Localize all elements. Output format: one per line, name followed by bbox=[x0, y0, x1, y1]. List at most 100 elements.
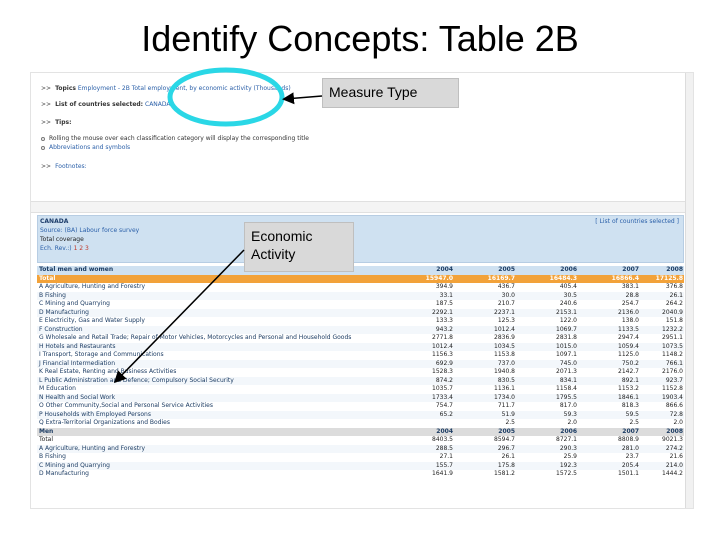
table-row: D Manufacturing 2292.1 2237.1 2153.1 2136.0 2… bbox=[37, 308, 684, 318]
row-label[interactable]: D Manufacturing bbox=[39, 470, 89, 479]
row-label[interactable]: D Manufacturing bbox=[39, 309, 89, 318]
cell-value: 1152.8 bbox=[662, 385, 683, 392]
cell-value: 133.3 bbox=[435, 317, 453, 324]
bullet-icon bbox=[41, 145, 45, 150]
tip-rollover-text: Rolling the mouse over each classificati… bbox=[49, 135, 309, 142]
cell-value: 30.0 bbox=[501, 291, 515, 299]
vertical-scrollbar[interactable] bbox=[685, 73, 693, 508]
row-label[interactable]: N Health and Social Work bbox=[39, 394, 115, 403]
cell-value: 25.9 bbox=[563, 453, 577, 460]
cell-value: 394.9 bbox=[435, 283, 453, 290]
table-row: E Electricity, Gas and Water Supply 133.3… bbox=[37, 317, 684, 326]
row-label[interactable]: G Wholesale and Retail Trade; Repair of … bbox=[39, 334, 351, 343]
cell-value: 214.0 bbox=[665, 461, 683, 469]
cell-value: 1903.4 bbox=[662, 393, 683, 401]
cell-value: 1795.5 bbox=[556, 393, 577, 401]
table-row: J Financial Intermediation 692.9 737.0 745.… bbox=[37, 359, 684, 369]
slide-title: Identify Concepts: Table 2B bbox=[141, 18, 579, 59]
row-label[interactable]: Total men and women bbox=[39, 266, 113, 275]
list-countries-link[interactable]: [ List of countries selected ] bbox=[595, 218, 679, 225]
table-row: N Health and Social Work 1733.4 1734.0 1795… bbox=[37, 393, 684, 403]
cell-value: 692.9 bbox=[435, 359, 453, 367]
row-label[interactable]: Q Extra-Territorial Organizations and Bo… bbox=[39, 419, 170, 428]
economic-activity-callout: Economic Activity bbox=[244, 222, 354, 272]
topics-label: Topics bbox=[55, 85, 76, 92]
table-row: O Other Community,Social and Personal Se… bbox=[37, 402, 684, 411]
tip-abbreviations: Abbreviations and symbols bbox=[41, 144, 130, 151]
footnotes-link[interactable]: Footnotes: bbox=[55, 163, 87, 170]
bullet-icon bbox=[41, 136, 45, 141]
row-label[interactable]: B Fishing bbox=[39, 453, 66, 462]
cell-value: 1012.4 bbox=[432, 342, 453, 350]
topics-arrow: >> bbox=[41, 85, 52, 92]
cell-value: 866.6 bbox=[665, 402, 683, 409]
row-label[interactable]: Men bbox=[39, 428, 53, 437]
cell-value: 2951.1 bbox=[662, 334, 683, 341]
row-label[interactable]: A Agriculture, Hunting and Forestry bbox=[39, 445, 145, 454]
cell-value: 65.2 bbox=[439, 410, 453, 418]
cell-value: 155.7 bbox=[435, 461, 453, 469]
row-label[interactable]: H Hotels and Restaurants bbox=[39, 343, 116, 352]
cell-value: 376.8 bbox=[665, 283, 683, 290]
row-label[interactable]: J Financial Intermediation bbox=[39, 360, 115, 369]
row-label[interactable]: B Fishing bbox=[39, 292, 66, 301]
cell-value: 17125.8 bbox=[655, 274, 683, 282]
table-row: Q Extra-Territorial Organizations and Bo… bbox=[37, 419, 684, 428]
cell-value: 1641.9 bbox=[432, 470, 453, 477]
cell-value: 59.3 bbox=[563, 410, 577, 418]
row-label[interactable]: C Mining and Quarrying bbox=[39, 462, 110, 471]
cell-value: 33.1 bbox=[439, 291, 453, 299]
cell-value: 830.5 bbox=[497, 376, 515, 384]
cell-value: 2005 bbox=[498, 266, 515, 273]
cell-value: 754.7 bbox=[435, 402, 453, 409]
row-label[interactable]: K Real Estate, Renting and Business Acti… bbox=[39, 368, 176, 377]
cell-value: 405.4 bbox=[559, 283, 577, 290]
version-label[interactable]: Ech. Rev.:) bbox=[40, 245, 72, 252]
row-label[interactable]: Total bbox=[39, 275, 55, 284]
version-numbers[interactable]: 1 2 3 bbox=[74, 245, 89, 252]
table-row: A Agriculture, Hunting and Forestry 394.9… bbox=[37, 283, 684, 292]
cell-value: 436.7 bbox=[497, 283, 515, 290]
cell-value: 1444.2 bbox=[662, 470, 683, 477]
cell-value: 2006 bbox=[560, 427, 577, 435]
source-link[interactable]: Source: (BA) Labour force survey bbox=[40, 227, 139, 234]
cell-value: 1581.2 bbox=[494, 470, 515, 477]
footnotes-arrow: >> bbox=[41, 163, 52, 170]
row-label[interactable]: A Agriculture, Hunting and Forestry bbox=[39, 283, 145, 292]
tips-arrow: >> bbox=[41, 119, 52, 126]
abbreviations-link[interactable]: Abbreviations and symbols bbox=[49, 144, 130, 151]
cell-value: 943.2 bbox=[435, 325, 453, 333]
row-label[interactable]: O Other Community,Social and Personal Se… bbox=[39, 402, 213, 411]
cell-value: 1156.3 bbox=[432, 351, 453, 358]
cell-value: 1097.1 bbox=[556, 351, 577, 358]
men-header-row: Men 2004 2005 2006 2007 2008 bbox=[37, 427, 684, 437]
row-label[interactable]: L Public Administration and Defence; Com… bbox=[39, 377, 234, 386]
screenshot-panel: >> Topics Employment - 2B Total employmen… bbox=[30, 72, 694, 509]
cell-value: 192.3 bbox=[559, 461, 577, 469]
cell-value: 8727.1 bbox=[556, 436, 577, 443]
cell-value: 745.0 bbox=[559, 359, 577, 367]
cell-value: 834.1 bbox=[559, 376, 577, 384]
table-row: I Transport, Storage and Communications 1… bbox=[37, 351, 684, 360]
topics-row: >> Topics Employment - 2B Total employmen… bbox=[41, 85, 291, 92]
row-label[interactable]: C Mining and Quarrying bbox=[39, 300, 110, 309]
table-row: B Fishing 33.1 30.0 30.5 28.8 26.1 bbox=[37, 291, 684, 301]
row-label[interactable]: Total bbox=[39, 436, 53, 445]
cell-value: 1012.4 bbox=[494, 325, 515, 333]
cell-value: 21.6 bbox=[669, 453, 683, 460]
cell-value: 2.0 bbox=[673, 419, 683, 426]
row-label[interactable]: I Transport, Storage and Communications bbox=[39, 351, 164, 360]
row-label[interactable]: F Construction bbox=[39, 326, 83, 335]
cell-value: 1148.2 bbox=[662, 351, 683, 358]
row-label[interactable]: M Education bbox=[39, 385, 76, 394]
table-row: G Wholesale and Retail Trade; Repair of … bbox=[37, 334, 684, 343]
row-label[interactable]: E Electricity, Gas and Water Supply bbox=[39, 317, 145, 326]
countries-value-link[interactable]: CANADA bbox=[145, 101, 171, 108]
cell-value: 711.7 bbox=[497, 402, 515, 409]
topics-value-link[interactable]: Employment - 2B Total employment, by eco… bbox=[78, 85, 291, 92]
cell-value: 2008 bbox=[666, 427, 683, 435]
cell-value: 1015.0 bbox=[556, 342, 577, 350]
tips-row: >> Tips: bbox=[41, 119, 71, 126]
cell-value: 2040.9 bbox=[662, 308, 683, 316]
row-label[interactable]: P Households with Employed Persons bbox=[39, 411, 151, 420]
